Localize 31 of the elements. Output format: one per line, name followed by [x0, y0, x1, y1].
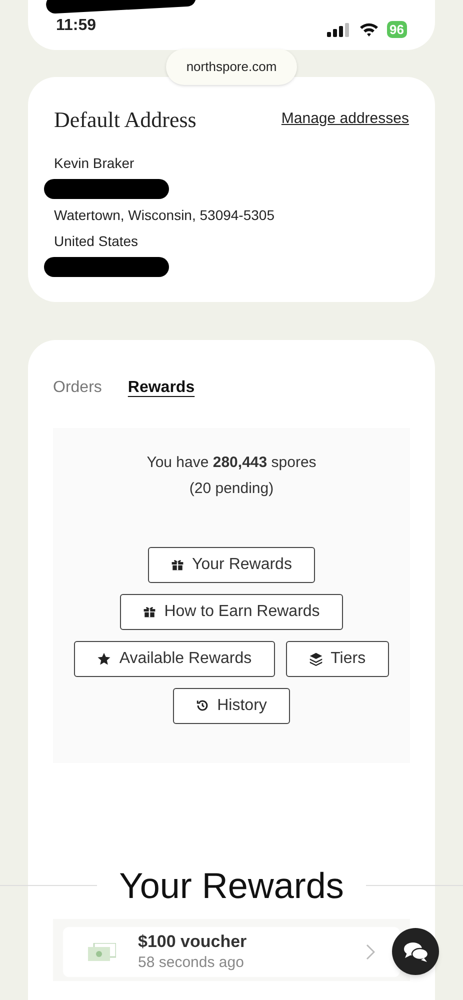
rewards-button[interactable]: Your Rewards	[148, 546, 315, 582]
battery-indicator: 96	[386, 21, 407, 38]
address-line: United States	[54, 232, 140, 250]
star-icon	[97, 652, 112, 666]
gift-icon	[171, 558, 184, 571]
section-title: Default Address	[54, 106, 196, 134]
rewards-button[interactable]: How to Earn Rewards	[120, 594, 343, 630]
rewards-button[interactable]: Available Rewards	[74, 640, 275, 676]
address-line: Watertown, Wisconsin, 53094-5305	[54, 206, 276, 224]
address-line: Kevin Braker	[54, 154, 136, 172]
time-text: 11:59	[56, 17, 96, 34]
balance-text: You have 280,443 spores	[146, 452, 316, 472]
url-bar[interactable]: northspore.com	[166, 49, 297, 84]
layers-icon	[308, 652, 323, 666]
reward-title: $100 voucher	[138, 930, 248, 952]
manage-addresses-link[interactable]: Manage addresses	[281, 108, 409, 130]
history-icon	[196, 699, 210, 712]
tab[interactable]: Orders	[53, 376, 102, 400]
cash-icon	[88, 942, 116, 960]
chevron-right-icon	[366, 944, 375, 960]
reward-item[interactable]: $100 voucher 58 seconds ago	[63, 926, 400, 976]
chat-icon	[402, 940, 428, 962]
pending-text: (20 pending)	[189, 479, 274, 499]
rewards-button[interactable]: Tiers	[286, 640, 389, 676]
tab[interactable]: Rewards	[128, 376, 195, 400]
reward-time: 58 seconds ago	[138, 952, 245, 972]
signal-icon	[326, 22, 351, 36]
gift-icon	[143, 605, 156, 618]
section-heading: Your Rewards	[118, 864, 345, 908]
wifi-icon	[358, 22, 379, 37]
rewards-button[interactable]: History	[173, 688, 290, 724]
